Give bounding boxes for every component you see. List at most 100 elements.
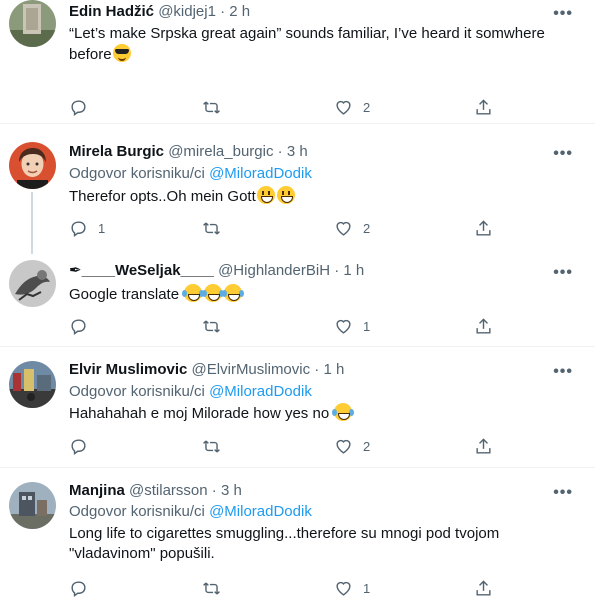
display-name[interactable]: Edin Hadžić — [69, 3, 154, 20]
like-count: 2 — [363, 99, 371, 115]
separator-dot: · — [277, 143, 283, 160]
reply-prefix: Odgovor korisniku/ci — [69, 165, 210, 182]
avatar[interactable] — [9, 0, 56, 47]
display-name[interactable]: Elvir Muslimovic — [69, 361, 187, 378]
timestamp[interactable]: 1 h — [323, 361, 344, 378]
face-with-tears-of-joy-emoji — [332, 403, 353, 421]
tweet-text: Google translate — [69, 284, 559, 305]
user-handle[interactable]: @ElvirMuslimovic — [192, 361, 311, 378]
like-count: 2 — [363, 220, 371, 236]
share-button[interactable] — [474, 578, 493, 598]
heart-icon — [336, 319, 351, 334]
retweet-button[interactable] — [202, 578, 231, 598]
avatar[interactable] — [9, 361, 56, 408]
more-icon[interactable]: ••• — [553, 265, 573, 281]
face-with-tears-of-joy-emoji — [202, 284, 223, 302]
retweet-button[interactable] — [202, 97, 231, 117]
tweet[interactable]: Manjina @stilarsson · 3 h ••• Odgovor ko… — [0, 468, 595, 608]
face-with-tears-of-joy-emoji — [182, 284, 203, 302]
more-icon[interactable]: ••• — [553, 146, 573, 162]
reply-icon — [71, 99, 86, 116]
share-button[interactable] — [474, 218, 493, 238]
tweet-text-content: Hahahahah e moj Milorade how yes no — [69, 405, 330, 422]
thread-connector — [31, 192, 33, 254]
tweet-header: Mirela Burgic @mirela_burgic · 3 h — [69, 142, 308, 162]
tweet-text-content: “Let’s make Srpska great again” sounds f… — [69, 25, 545, 63]
retweet-button[interactable] — [202, 436, 231, 456]
mention-link[interactable]: @MiloradDodik — [209, 165, 312, 182]
reply-feed: Edin Hadžić @kidjej1 · 2 h ••• “Let’s ma… — [0, 0, 595, 608]
more-icon[interactable]: ••• — [553, 6, 573, 22]
tweet-text-content: Therefor opts..Oh mein Gott — [69, 188, 256, 205]
tweet-header: Elvir Muslimovic @ElvirMuslimovic · 1 h — [69, 360, 344, 380]
tweet-actions: 1 — [69, 578, 499, 598]
tweet-text: Hahahahah e moj Milorade how yes no — [69, 403, 559, 424]
like-button[interactable]: 2 — [334, 436, 370, 456]
heart-icon — [336, 439, 351, 454]
reply-button[interactable] — [69, 97, 98, 117]
reply-count: 1 — [98, 220, 106, 236]
share-icon — [476, 437, 491, 454]
timestamp[interactable]: 1 h — [343, 262, 364, 279]
retweet-button[interactable] — [202, 316, 231, 336]
tweet-text-content: Long life to cigarettes smuggling...ther… — [69, 525, 500, 562]
face-with-tears-of-joy-emoji — [222, 284, 243, 302]
tweet-text: “Let’s make Srpska great again” sounds f… — [69, 24, 559, 65]
timestamp[interactable]: 3 h — [287, 143, 308, 160]
mention-link[interactable]: @MiloradDodik — [209, 503, 312, 520]
tweet-actions: 2 — [69, 97, 499, 117]
share-icon — [476, 317, 491, 334]
display-name[interactable]: ✒︎____WeSeljak____ — [69, 262, 214, 279]
timestamp[interactable]: 2 h — [229, 3, 250, 20]
user-handle[interactable]: @kidjej1 — [158, 3, 216, 20]
retweet-icon — [203, 221, 220, 235]
like-button[interactable]: 1 — [334, 578, 370, 598]
like-button[interactable]: 2 — [334, 218, 370, 238]
like-count: 1 — [363, 580, 371, 596]
display-name[interactable]: Manjina — [69, 482, 125, 499]
user-handle[interactable]: @HighlanderBiH — [218, 262, 330, 279]
like-button[interactable]: 2 — [334, 97, 370, 117]
like-button[interactable]: 1 — [334, 316, 370, 336]
more-icon[interactable]: ••• — [553, 364, 573, 380]
reply-button[interactable] — [69, 578, 98, 598]
tweet-actions: 1 — [69, 316, 499, 336]
share-button[interactable] — [474, 316, 493, 336]
retweet-button[interactable] — [202, 218, 231, 238]
reply-prefix: Odgovor korisniku/ci — [69, 503, 210, 520]
tweet[interactable]: Mirela Burgic @mirela_burgic · 3 h ••• O… — [0, 124, 595, 254]
like-count: 1 — [363, 318, 371, 334]
tweet-text-content: Google translate — [69, 286, 180, 303]
reply-icon — [71, 580, 86, 597]
share-button[interactable] — [474, 436, 493, 456]
tweet[interactable]: Edin Hadžić @kidjej1 · 2 h ••• “Let’s ma… — [0, 0, 595, 123]
user-handle[interactable]: @stilarsson — [129, 482, 208, 499]
retweet-icon — [203, 319, 220, 333]
retweet-icon — [203, 439, 220, 453]
reply-button[interactable] — [69, 436, 98, 456]
heart-icon — [336, 100, 351, 115]
reply-icon — [71, 220, 86, 237]
reply-button[interactable]: 1 — [69, 218, 105, 238]
avatar[interactable] — [9, 482, 56, 529]
tweet[interactable]: ✒︎____WeSeljak____ @HighlanderBiH · 1 h … — [0, 254, 595, 346]
more-icon[interactable]: ••• — [553, 485, 573, 501]
share-button[interactable] — [474, 97, 493, 117]
avatar[interactable] — [9, 260, 56, 307]
tweet-actions: 1 2 — [69, 218, 499, 238]
avatar[interactable] — [9, 142, 56, 189]
heart-icon — [336, 581, 351, 596]
tweet[interactable]: Elvir Muslimovic @ElvirMuslimovic · 1 h … — [0, 347, 595, 467]
retweet-icon — [203, 581, 220, 595]
separator-dot: · — [314, 361, 320, 378]
user-handle[interactable]: @mirela_burgic — [168, 143, 273, 160]
tweet-header: Manjina @stilarsson · 3 h — [69, 481, 242, 501]
mention-link[interactable]: @MiloradDodik — [209, 383, 312, 400]
grinning-face-emoji — [276, 186, 295, 204]
reply-button[interactable] — [69, 316, 98, 336]
reply-icon — [71, 438, 86, 455]
share-icon — [476, 579, 491, 596]
timestamp[interactable]: 3 h — [221, 482, 242, 499]
display-name[interactable]: Mirela Burgic — [69, 143, 164, 160]
tweet-actions: 2 — [69, 436, 499, 456]
